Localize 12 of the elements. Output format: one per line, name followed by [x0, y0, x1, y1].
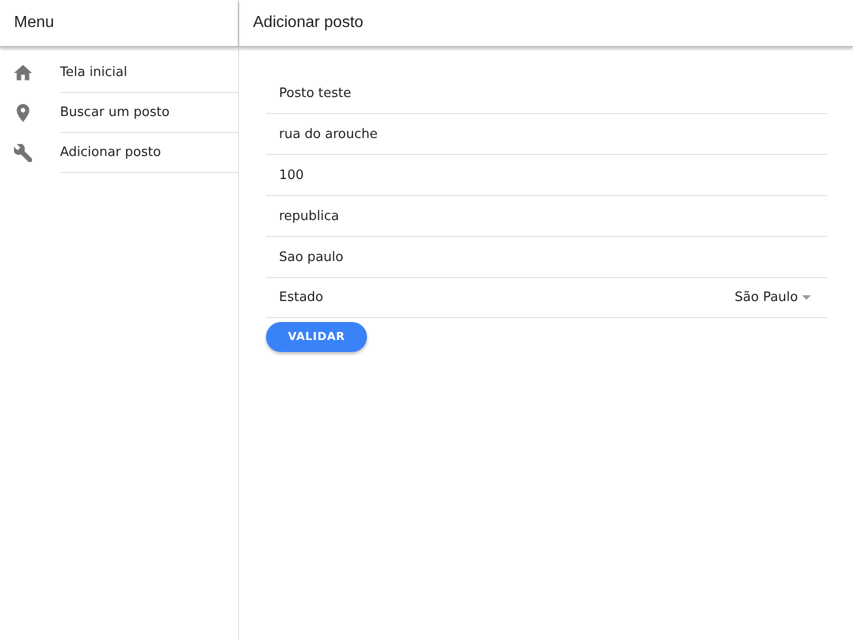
nav-link[interactable]: Adicionar posto	[60, 133, 238, 173]
page-title: Adicionar posto	[253, 13, 364, 33]
nav-link[interactable]: Buscar um posto	[60, 93, 238, 133]
state-label: Estado	[279, 288, 324, 307]
state-select[interactable]: São Paulo	[734, 288, 811, 308]
wrench-icon	[14, 144, 32, 162]
caret-icon	[802, 295, 811, 300]
home-icon	[14, 64, 32, 82]
menu-title: Menu	[14, 13, 54, 33]
location-pin-icon	[14, 104, 32, 122]
validate-button[interactable]: VALIDAR	[266, 322, 367, 352]
nav-link[interactable]: Tela inicial	[60, 53, 238, 93]
